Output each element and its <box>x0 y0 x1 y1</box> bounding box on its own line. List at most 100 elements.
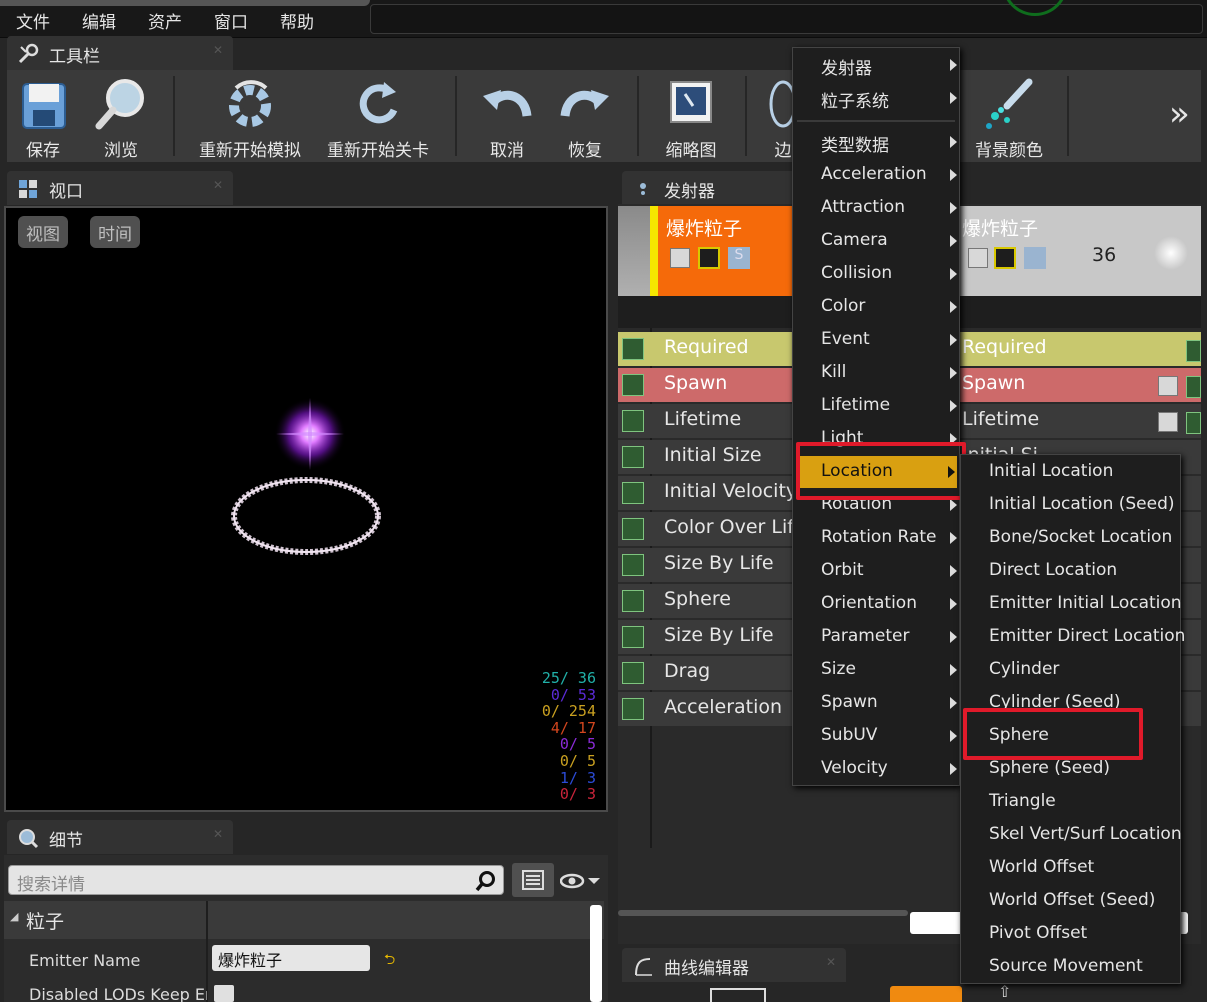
restart-sim-button[interactable]: 重新开始模拟 <box>193 74 307 161</box>
submenu-item-skel-vert-surf-location[interactable]: Skel Vert/Surf Location <box>961 818 1182 851</box>
close-icon[interactable]: ✕ <box>213 827 223 841</box>
submenu-item-world-offset-seed[interactable]: World Offset (Seed) <box>961 884 1180 917</box>
menu-item-camera[interactable]: Camera <box>793 224 959 258</box>
restart-level-button[interactable]: 重新开始关卡 <box>321 74 435 161</box>
scrollbar[interactable] <box>590 905 602 1002</box>
menu-window[interactable]: 窗口 <box>214 8 248 33</box>
undo-button[interactable]: 取消 <box>477 74 537 161</box>
auto-tangent-button[interactable] <box>890 986 962 1002</box>
menu-item-orbit[interactable]: Orbit <box>793 554 959 588</box>
menu-item-attraction[interactable]: Attraction <box>793 191 959 225</box>
emitter-2-render-mode-icon[interactable] <box>994 247 1016 269</box>
submenu-item-emitter-direct-location[interactable]: Emitter Direct Location <box>961 620 1185 653</box>
menu-item-velocity[interactable]: Velocity <box>793 752 959 786</box>
curve-icon[interactable] <box>622 518 644 540</box>
horizontal-scroll-track[interactable] <box>618 910 908 916</box>
menu-item-size[interactable]: Size <box>793 653 959 687</box>
menu-item-lifetime[interactable]: Lifetime <box>793 389 959 423</box>
close-icon[interactable]: ✕ <box>826 955 836 969</box>
submenu-item-triangle[interactable]: Triangle <box>961 785 1180 818</box>
curve-icon[interactable] <box>1186 340 1201 362</box>
menu-item-collision[interactable]: Collision <box>793 257 959 291</box>
eye-icon[interactable] <box>560 871 604 891</box>
menu-item-acceleration[interactable]: Acceleration <box>793 158 959 192</box>
fit-horizontal-button[interactable] <box>710 988 766 1002</box>
time-button[interactable]: 时间 <box>90 216 140 248</box>
emitter-2-solo-icon[interactable] <box>1024 247 1046 269</box>
menu-item-color[interactable]: Color <box>793 290 959 324</box>
collapse-arrow-icon[interactable]: ◢ <box>10 910 18 923</box>
curve-icon[interactable] <box>622 338 644 360</box>
menu-item-orientation[interactable]: Orientation <box>793 587 959 621</box>
submenu-item-world-offset[interactable]: World Offset <box>961 851 1180 884</box>
curve-icon[interactable] <box>622 554 644 576</box>
emitter-header-2[interactable]: 爆炸粒子 36 <box>958 206 1201 296</box>
module-enable-checkbox[interactable] <box>1158 376 1178 396</box>
view-button[interactable]: 视图 <box>18 216 68 248</box>
reset-to-default-icon[interactable]: ⮌ <box>384 949 395 973</box>
submenu-arrow-icon <box>950 631 957 643</box>
submenu-item-bone-socket-location[interactable]: Bone/Socket Location <box>961 521 1180 554</box>
curve-icon[interactable] <box>622 482 644 504</box>
menu-help[interactable]: 帮助 <box>280 8 314 33</box>
emitter-solo-icon[interactable]: S <box>728 247 750 269</box>
emitter-2-enable-checkbox[interactable] <box>968 248 988 268</box>
disabled-lods-checkbox[interactable] <box>214 985 234 1002</box>
curve-icon[interactable] <box>622 410 644 432</box>
submenu-item-source-movement[interactable]: Source Movement <box>961 950 1180 983</box>
close-icon[interactable]: ✕ <box>213 178 223 192</box>
curve-icon[interactable] <box>622 446 644 468</box>
submenu-item-direct-location[interactable]: Direct Location <box>961 554 1180 587</box>
view-options-button[interactable] <box>512 863 554 897</box>
submenu-item-emitter-initial-location[interactable]: Emitter Initial Location <box>961 587 1182 620</box>
search-icon[interactable] <box>475 870 497 892</box>
tab-viewport[interactable]: 视口 ✕ <box>7 171 233 205</box>
menu-asset[interactable]: 资产 <box>148 8 182 33</box>
save-button[interactable]: 保存 <box>13 74 73 161</box>
browse-button[interactable]: 浏览 <box>87 74 155 161</box>
submenu-item-initial-location[interactable]: Initial Location <box>961 455 1180 488</box>
toolbar-overflow-icon[interactable]: » <box>1169 94 1190 134</box>
curve-icon[interactable] <box>1186 412 1201 434</box>
search-input[interactable]: 搜索详情 <box>8 865 504 895</box>
background-color-button[interactable]: 背景颜色 <box>969 74 1049 161</box>
menu-item-parameter[interactable]: Parameter <box>793 620 959 654</box>
menu-item-event[interactable]: Event <box>793 323 959 357</box>
submenu-item-initial-location-seed[interactable]: Initial Location (Seed) <box>961 488 1180 521</box>
stat-line: 1/ 3 <box>559 768 596 787</box>
tab-toolbar[interactable]: 工具栏 ✕ <box>7 36 233 70</box>
menu-item-particle-system[interactable]: 粒子系统 <box>793 81 959 115</box>
menu-file[interactable]: 文件 <box>16 8 50 33</box>
menu-item-kill[interactable]: Kill <box>793 356 959 390</box>
menu-item-subuv[interactable]: SubUV <box>793 719 959 753</box>
stat-line: 0/ 254 <box>541 702 596 721</box>
tab-details[interactable]: 细节 ✕ <box>7 820 233 854</box>
emitter-name-field[interactable]: 爆炸粒子 <box>212 945 370 971</box>
redo-button[interactable]: 恢复 <box>555 74 615 161</box>
module-enable-checkbox[interactable] <box>1158 412 1178 432</box>
tab-curve-editor[interactable]: 曲线编辑器 ✕ <box>622 948 846 982</box>
submenu-item-cylinder[interactable]: Cylinder <box>961 653 1180 686</box>
submenu-arrow-icon <box>950 136 957 148</box>
particle-section-header[interactable]: ◢ 粒子 <box>4 901 604 939</box>
curve-icon[interactable] <box>1186 376 1201 398</box>
emitter-render-mode-icon[interactable] <box>698 247 720 269</box>
up-arrow-icon[interactable]: ⇧ <box>998 982 1011 1001</box>
submenu-item-pivot-offset[interactable]: Pivot Offset <box>961 917 1180 950</box>
curve-icon[interactable] <box>622 374 644 396</box>
emitter-enable-checkbox[interactable] <box>670 248 690 268</box>
menu-item-rotation-rate[interactable]: Rotation Rate <box>793 521 959 555</box>
curve-icon[interactable] <box>622 626 644 648</box>
menu-item-spawn[interactable]: Spawn <box>793 686 959 720</box>
menu-item-emitter[interactable]: 发射器 <box>793 48 959 82</box>
thumbnail-button[interactable]: 缩略图 <box>655 74 727 161</box>
menu-item-type-data[interactable]: 类型数据 <box>793 125 959 159</box>
submenu-arrow-icon <box>950 730 957 742</box>
curve-icon[interactable] <box>622 590 644 612</box>
curve-icon[interactable] <box>622 698 644 720</box>
curve-icon[interactable] <box>622 662 644 684</box>
particle-viewport[interactable]: 视图 时间 25/ 36 0/ 53 0/ 254 4/ 17 0/ 5 0/ … <box>4 206 608 812</box>
submenu-arrow-icon <box>950 565 957 577</box>
menu-edit[interactable]: 编辑 <box>82 8 116 33</box>
close-icon[interactable]: ✕ <box>213 43 223 57</box>
